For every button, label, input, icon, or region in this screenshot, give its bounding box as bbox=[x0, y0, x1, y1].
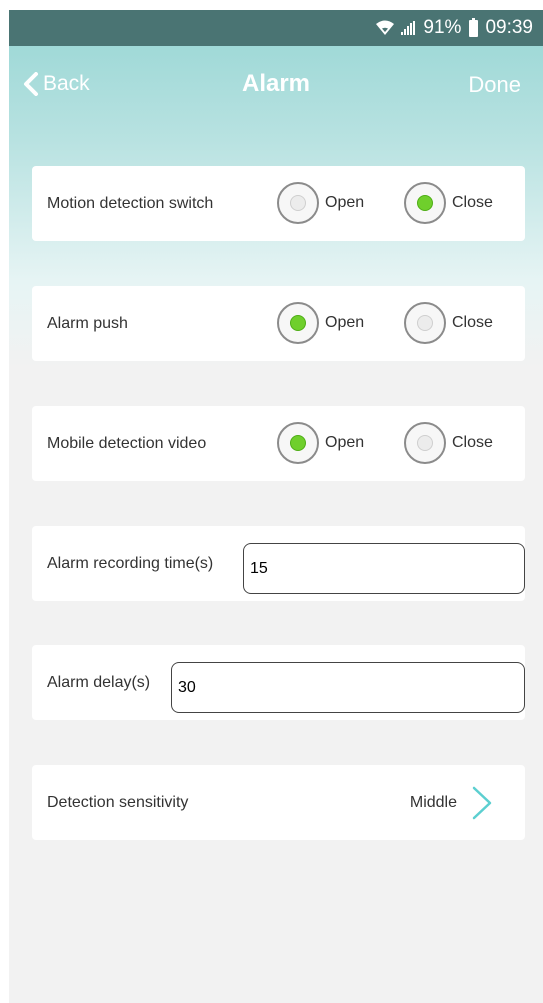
alarm-delay-input[interactable] bbox=[171, 662, 525, 713]
mobile-detection-video-row: Mobile detection video Open Close bbox=[32, 406, 525, 481]
alarm-delay-label: Alarm delay(s) bbox=[47, 673, 151, 691]
radio-dot-selected bbox=[417, 195, 433, 211]
radio-dot bbox=[417, 435, 433, 451]
alarm-recording-time-input[interactable] bbox=[243, 543, 525, 594]
wifi-icon bbox=[376, 20, 395, 35]
signal-icon bbox=[401, 21, 416, 35]
battery-percent: 91% bbox=[423, 17, 462, 38]
radio-circle bbox=[404, 302, 446, 344]
detection-sensitivity-row[interactable]: Detection sensitivity Middle bbox=[32, 765, 525, 840]
motion-detection-label: Motion detection switch bbox=[47, 194, 214, 212]
radio-dot-selected bbox=[290, 315, 306, 331]
clock: 09:39 bbox=[485, 17, 533, 38]
done-button[interactable]: Done bbox=[468, 72, 521, 98]
radio-circle bbox=[404, 422, 446, 464]
radio-dot-selected bbox=[290, 435, 306, 451]
radio-dot bbox=[417, 315, 433, 331]
radio-label-open: Open bbox=[325, 314, 365, 331]
motion-detection-close-radio[interactable]: Close bbox=[404, 182, 493, 224]
chevron-left-icon bbox=[24, 72, 38, 96]
radio-circle bbox=[277, 182, 319, 224]
mobile-detection-video-label: Mobile detection video bbox=[47, 434, 207, 452]
back-label: Back bbox=[43, 72, 90, 95]
radio-label-close: Close bbox=[452, 194, 493, 211]
radio-circle bbox=[277, 422, 319, 464]
radio-circle bbox=[404, 182, 446, 224]
alarm-push-label: Alarm push bbox=[47, 314, 128, 332]
alarm-delay-row: Alarm delay(s) bbox=[32, 645, 525, 720]
motion-detection-open-radio[interactable]: Open bbox=[277, 182, 364, 224]
radio-dot bbox=[290, 195, 306, 211]
detection-sensitivity-label: Detection sensitivity bbox=[47, 793, 189, 811]
battery-icon bbox=[469, 17, 479, 37]
mobile-detection-video-open-radio[interactable]: Open bbox=[277, 422, 364, 464]
radio-label-open: Open bbox=[325, 434, 365, 451]
radio-label-close: Close bbox=[452, 314, 493, 331]
status-bar: 91% 09:39 bbox=[9, 10, 543, 46]
motion-detection-row: Motion detection switch Open Close bbox=[32, 166, 525, 241]
mobile-detection-video-close-radio[interactable]: Close bbox=[404, 422, 493, 464]
radio-label-close: Close bbox=[452, 434, 493, 451]
navigation-bar: Back Alarm Done bbox=[9, 46, 543, 122]
radio-circle bbox=[277, 302, 319, 344]
screen: 91% 09:39 Back Alarm Done Motion detecti… bbox=[9, 10, 543, 1003]
alarm-recording-time-row: Alarm recording time(s) bbox=[32, 526, 525, 601]
radio-label-open: Open bbox=[325, 194, 365, 211]
detection-sensitivity-value: Middle bbox=[409, 793, 457, 811]
alarm-recording-time-label: Alarm recording time(s) bbox=[47, 554, 214, 572]
alarm-push-row: Alarm push Open Close bbox=[32, 286, 525, 361]
back-button[interactable]: Back bbox=[23, 72, 90, 96]
alarm-push-open-radio[interactable]: Open bbox=[277, 302, 364, 344]
chevron-right-icon[interactable] bbox=[470, 785, 494, 821]
alarm-push-close-radio[interactable]: Close bbox=[404, 302, 493, 344]
